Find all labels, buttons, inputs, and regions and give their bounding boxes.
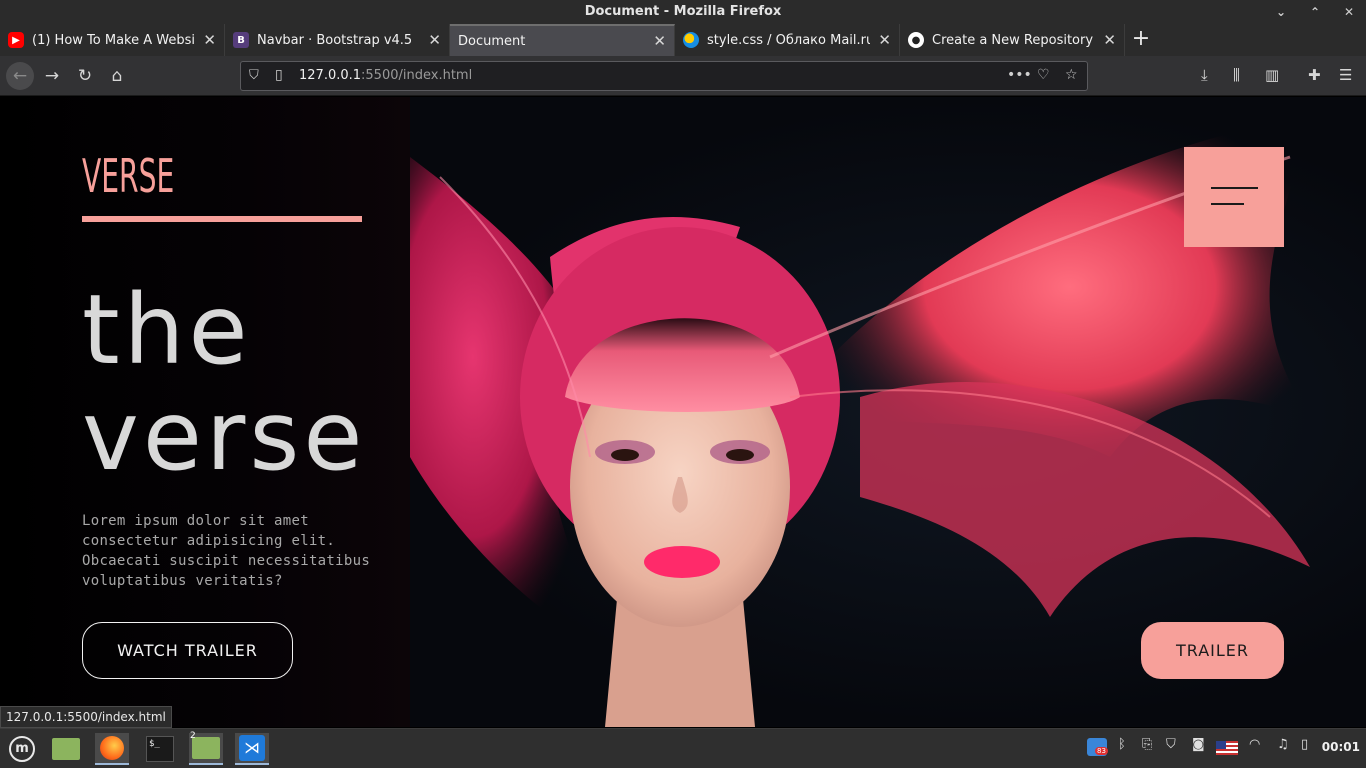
hero-description: Lorem ipsum dolor sit amet consectetur a… [82,513,371,589]
tab-strip: ▶ (1) How To Make A Website ✕ B Navbar ·… [0,24,1366,56]
home-button[interactable]: ⌂ [103,62,131,90]
window-controls: ⌄ ⌃ ✕ [1274,0,1356,24]
terminal-launcher[interactable]: $_ [143,733,177,765]
mail-cloud-icon [683,32,699,48]
back-button[interactable]: ← [6,62,34,90]
navigation-toolbar: ← → ↻ ⌂ ⛉ ▯ 127.0.0.1:5500/index.html ••… [0,56,1366,96]
trailer-button[interactable]: TRAILER [1141,622,1284,679]
vscode-window-button[interactable]: ⋊ [235,733,269,765]
minimize-icon[interactable]: ⌄ [1274,0,1288,24]
system-taskbar: m $_ 2 ⋊ 83 ᛒ ⎘ ⛉ ◙ ◠ ♫ ▯ 00:01 [0,728,1366,768]
mint-menu-button[interactable]: m [5,733,39,765]
youtube-icon: ▶ [8,32,24,48]
menu-line-icon [1211,187,1258,189]
update-count-badge: 83 [1095,747,1108,755]
screenshot-icon[interactable]: ◙ [1192,737,1205,752]
tab-label: Document [458,33,526,49]
sound-icon[interactable]: ♫ [1277,737,1289,752]
battery-icon[interactable]: ▯ [1301,737,1308,752]
link-status-tooltip: 127.0.0.1:5500/index.html [0,706,172,728]
github-icon: ● [908,32,924,48]
files-launcher[interactable] [49,733,83,765]
tab-mail-cloud[interactable]: style.css / Облако Mail.ru ✕ [675,24,900,56]
brand-underline [82,216,362,222]
pocket-icon[interactable]: ♡ [1037,67,1050,83]
url-text[interactable]: 127.0.0.1:5500/index.html [299,68,472,83]
close-tab-icon[interactable]: ✕ [878,31,891,49]
vscode-icon: ⋊ [239,735,265,761]
new-tab-button[interactable]: + [1125,24,1157,56]
folder-icon [192,737,220,759]
brand-logo[interactable]: VERSE [82,149,174,203]
tab-document[interactable]: Document ✕ [450,24,675,56]
sidebar-icon[interactable]: ▥ [1265,66,1279,84]
close-tab-icon[interactable]: ✕ [1103,31,1116,49]
hamburger-menu-icon[interactable]: ☰ [1339,66,1352,84]
bookmark-star-icon[interactable]: ☆ [1065,67,1078,83]
maximize-icon[interactable]: ⌃ [1308,0,1322,24]
close-tab-icon[interactable]: ✕ [203,31,216,49]
wifi-icon[interactable]: ◠ [1249,737,1260,752]
tab-bootstrap[interactable]: B Navbar · Bootstrap v4.5 ✕ [225,24,450,56]
tab-label: Create a New Repository [932,32,1094,48]
page-actions-icon[interactable]: ••• [1007,67,1032,83]
watch-trailer-button[interactable]: WATCH TRAILER [82,622,293,679]
tab-label: style.css / Облако Mail.ru [707,32,871,48]
library-icon[interactable]: ⫼ [1233,66,1240,84]
tab-github[interactable]: ● Create a New Repository ✕ [900,24,1125,56]
forward-button[interactable]: → [38,62,66,90]
hero-title-line2: verse [82,380,367,492]
hero-title-line1: the [82,274,252,386]
downloads-icon[interactable]: ⤓ [1201,66,1208,84]
close-window-icon[interactable]: ✕ [1342,0,1356,24]
clock[interactable]: 00:01 [1322,740,1360,754]
page-viewport: VERSE the verse Lorem ipsum dolor sit am… [0,97,1366,727]
folder-icon [52,738,80,760]
files-window-button[interactable]: 2 [189,731,223,765]
menu-line-icon [1211,203,1244,205]
page-info-icon[interactable]: ▯ [275,67,283,83]
menu-toggle-button[interactable] [1184,147,1284,247]
url-host: 127.0.0.1 [299,68,362,83]
update-manager-icon[interactable]: 83 [1087,738,1108,760]
us-flag-keyboard-icon[interactable] [1216,741,1238,759]
window-titlebar: Document - Mozilla Firefox ⌄ ⌃ ✕ [0,0,1366,24]
tracking-shield-icon[interactable]: ⛉ [249,68,259,83]
tab-label: Navbar · Bootstrap v4.5 [257,32,413,48]
bootstrap-icon: B [233,32,249,48]
tab-youtube[interactable]: ▶ (1) How To Make A Website ✕ [0,24,225,56]
extensions-icon[interactable]: ✚ [1308,66,1321,84]
url-path: :5500/index.html [361,68,473,83]
hero-title: the verse [82,277,366,489]
firefox-icon [100,736,124,760]
workspace-count-badge: 2 [190,731,196,741]
url-bar[interactable]: ⛉ ▯ 127.0.0.1:5500/index.html ••• ♡ ☆ [240,61,1088,91]
bluetooth-icon[interactable]: ᛒ [1118,737,1126,752]
tab-label: (1) How To Make A Website [32,32,196,48]
close-tab-icon[interactable]: ✕ [653,32,666,50]
terminal-icon: $_ [146,736,174,762]
reload-button[interactable]: ↻ [71,62,99,90]
shield-tray-icon[interactable]: ⛉ [1166,737,1176,752]
mint-logo-icon: m [9,736,35,762]
window-title: Document - Mozilla Firefox [584,4,782,19]
close-tab-icon[interactable]: ✕ [428,31,441,49]
clipboard-icon[interactable]: ⎘ [1142,737,1152,752]
firefox-launcher[interactable] [95,733,129,765]
